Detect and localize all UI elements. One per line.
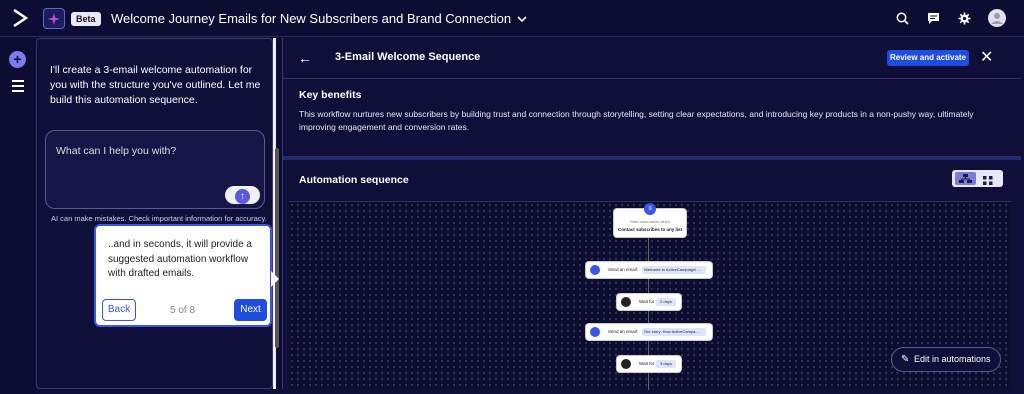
start-trigger-text: Contact subscribes to any list xyxy=(617,227,682,232)
tour-popover: ..and in seconds, it will provide a sugg… xyxy=(94,224,279,327)
panel-title: 3-Email Welcome Sequence xyxy=(335,51,481,63)
chevron-down-icon[interactable] xyxy=(517,11,527,26)
search-icon[interactable] xyxy=(895,11,909,25)
activecampaign-logo-icon[interactable] xyxy=(12,8,29,28)
flow-view-icon[interactable] xyxy=(955,172,976,185)
pencil-icon: ✎ xyxy=(901,354,910,365)
automation-panel: ← 3-Email Welcome Sequence Review and ac… xyxy=(282,38,1021,390)
tour-text: ..and in seconds, it will provide a sugg… xyxy=(108,239,252,279)
list-icon: ≡ xyxy=(644,203,656,215)
edit-in-automations-button[interactable]: ✎ Edit in automations xyxy=(891,347,1001,372)
send-email-label: Send an email: xyxy=(608,329,639,334)
document-title-text: Welcome Journey Emails for New Subscribe… xyxy=(111,11,512,26)
send-arrow-icon[interactable]: ↑ xyxy=(235,189,250,204)
assistant-message: I'll create a 3-email welcome automation… xyxy=(50,64,261,106)
wait-duration-pill: 3 days xyxy=(656,360,676,368)
wait-label: Wait for xyxy=(639,361,655,366)
section-glow xyxy=(283,157,1021,160)
wait-duration-pill: 2 days xyxy=(656,298,676,306)
key-benefits-title: Key benefits xyxy=(299,89,362,101)
tour-pointer xyxy=(271,271,279,287)
edit-in-automations-label: Edit in automations xyxy=(914,354,991,364)
new-chat-plus-icon[interactable]: + xyxy=(9,51,26,68)
back-arrow-icon[interactable]: ← xyxy=(298,50,312,66)
email-name-pill: Welcome to ActiveCampaign! ... xyxy=(642,266,706,274)
wait-node[interactable]: Wait for 2 days xyxy=(617,294,681,310)
top-icon-group xyxy=(895,9,1006,27)
grid-view-icon[interactable] xyxy=(982,173,994,185)
beta-badge: Beta xyxy=(71,12,101,26)
panel-header: ← 3-Email Welcome Sequence Review and ac… xyxy=(283,38,1021,79)
send-email-label: Send an email: xyxy=(608,267,639,272)
start-trigger-heading: Start automation when xyxy=(629,219,671,224)
document-title[interactable]: Welcome Journey Emails for New Subscribe… xyxy=(111,11,527,26)
wait-label: Wait for xyxy=(639,299,655,304)
view-toggle xyxy=(952,170,1003,187)
tour-next-button[interactable]: Next xyxy=(234,299,267,321)
close-icon[interactable]: ✕ xyxy=(980,47,993,67)
key-benefits-text: This workflow nurtures new subscribers b… xyxy=(299,109,974,132)
chat-scrollbar[interactable] xyxy=(275,148,279,348)
left-rail: + xyxy=(0,38,36,394)
start-trigger-node[interactable]: ≡ Start automation when Contact subscrib… xyxy=(614,203,686,237)
prompt-input[interactable]: What can I help you with? ↑ xyxy=(45,130,265,209)
menu-icon[interactable] xyxy=(12,80,24,95)
email-icon xyxy=(590,327,600,337)
tour-progress: 5 of 8 xyxy=(170,305,196,316)
chat-panel: I'll create a 3-email welcome automation… xyxy=(36,38,273,389)
email-name-pill: Our story: How ActiveCampa... xyxy=(642,328,706,336)
ai-disclaimer: AI can make mistakes. Check important in… xyxy=(51,214,267,223)
wait-node[interactable]: Wait for 3 days xyxy=(617,356,681,372)
tour-back-button[interactable]: Back xyxy=(102,299,136,321)
clock-icon xyxy=(621,359,631,369)
automation-sequence-title: Automation sequence xyxy=(299,174,409,186)
message-icon[interactable] xyxy=(926,11,940,25)
email-icon xyxy=(590,265,600,275)
ai-sparkle-icon[interactable] xyxy=(43,8,65,29)
clock-icon xyxy=(621,297,631,307)
gear-icon[interactable] xyxy=(957,11,971,25)
send-email-node[interactable]: Send an email: Welcome to ActiveCampaign… xyxy=(586,262,712,278)
send-email-node[interactable]: Send an email: Our story: How ActiveCamp… xyxy=(586,324,712,340)
prompt-placeholder: What can I help you with? xyxy=(56,145,177,157)
review-activate-button[interactable]: Review and activate xyxy=(887,50,969,66)
top-bar: Beta Welcome Journey Emails for New Subs… xyxy=(0,0,1024,37)
send-button-container: ↑ xyxy=(225,186,260,204)
avatar[interactable] xyxy=(988,9,1006,27)
